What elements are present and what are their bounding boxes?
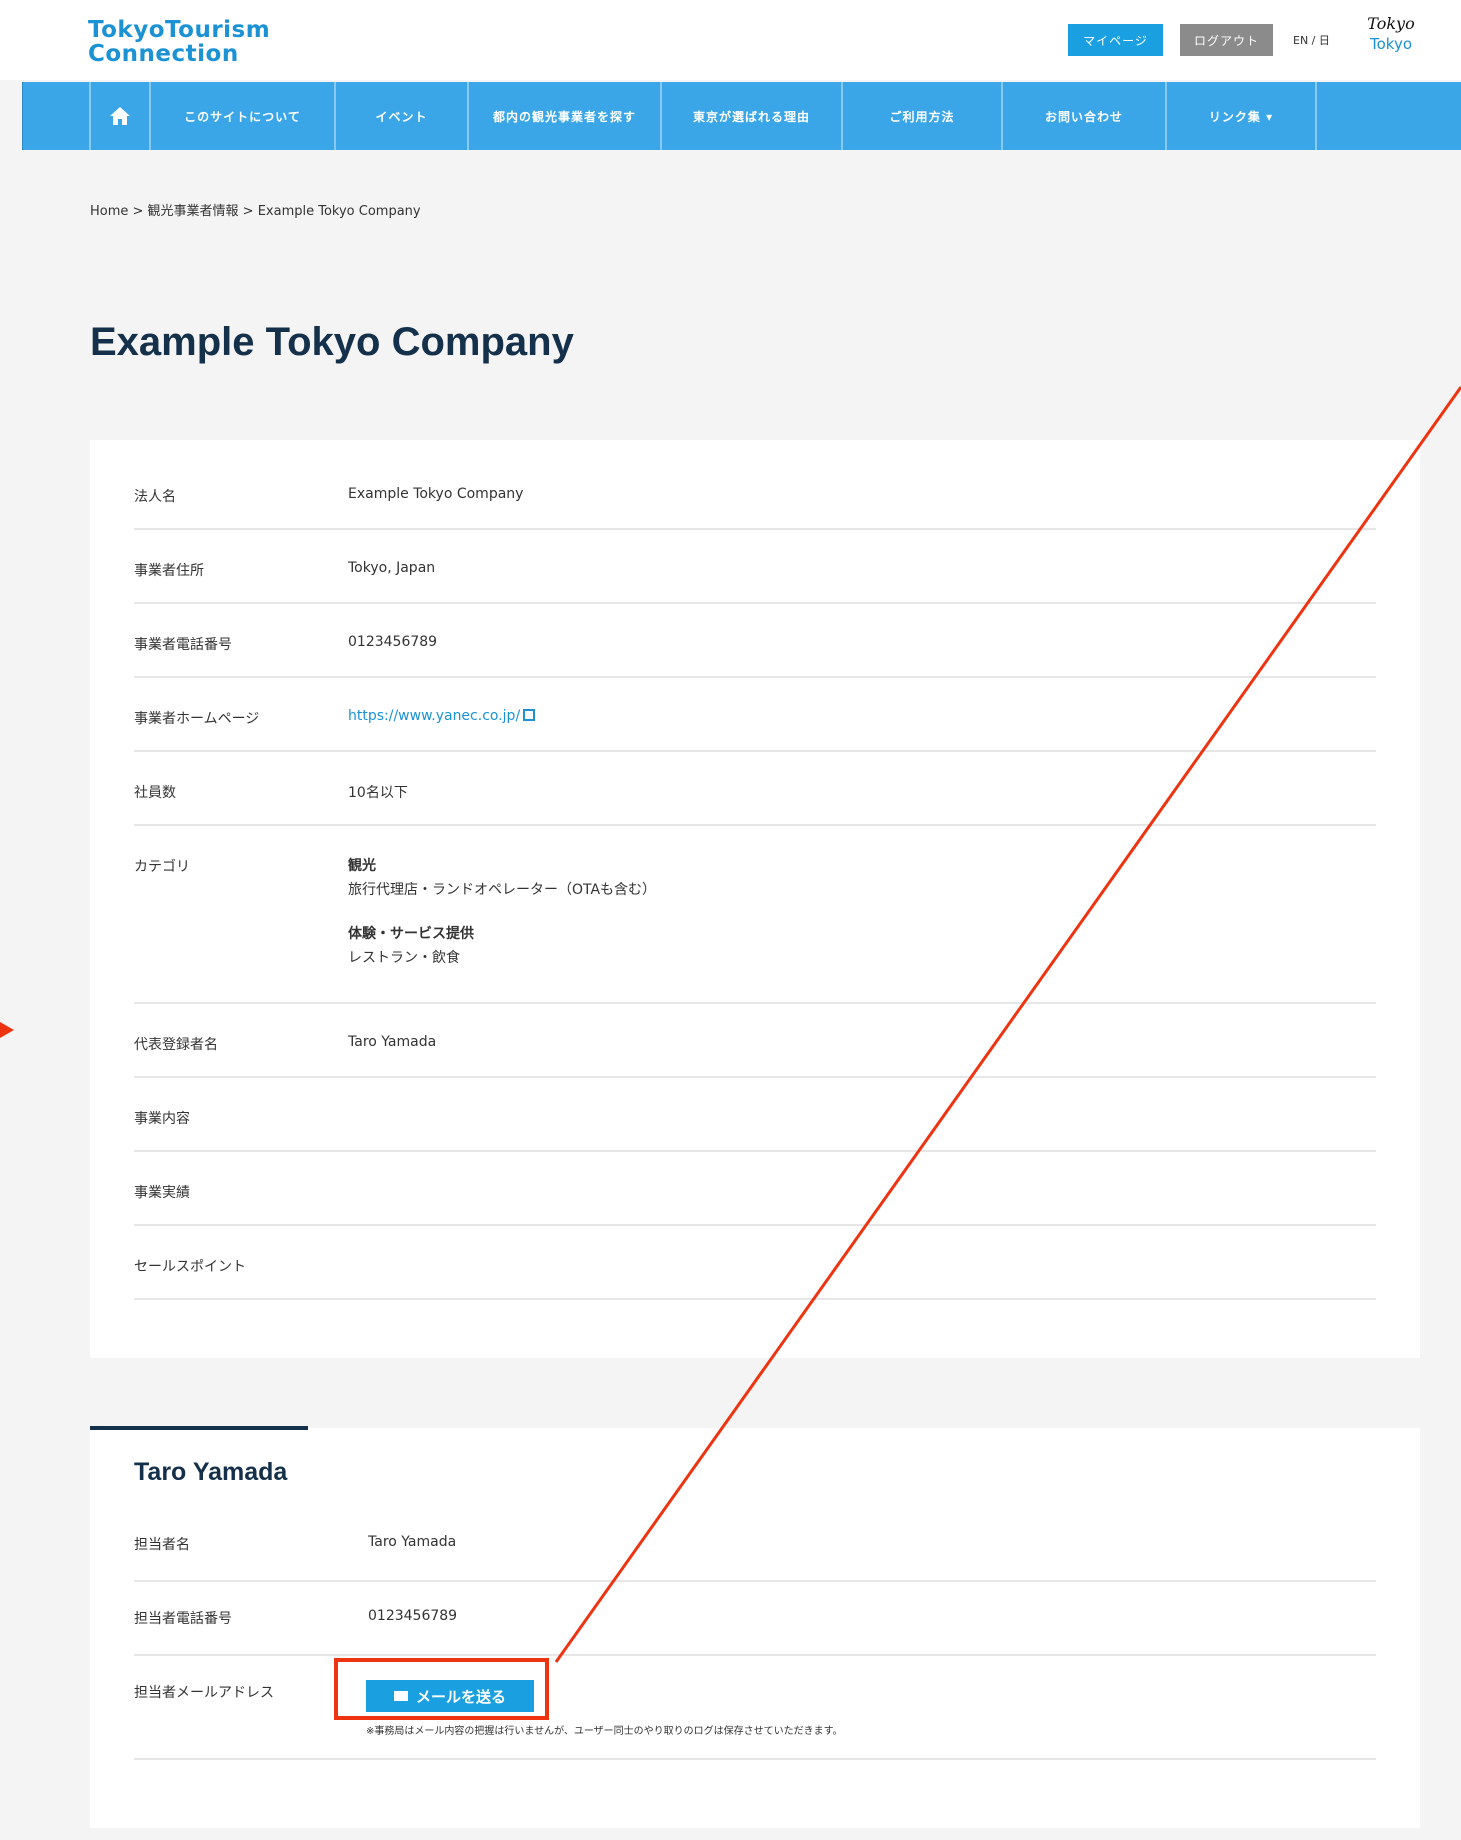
info-row-category: カテゴリ 観光 旅行代理店・ランドオペレーター（OTAも含む） 体験・サービス提… bbox=[134, 826, 1376, 1004]
row-value: 10名以下 bbox=[348, 785, 408, 801]
card-accent-bar bbox=[90, 1426, 308, 1430]
nav-spacer bbox=[23, 82, 91, 150]
category-head: 体験・サービス提供 bbox=[348, 926, 474, 942]
breadcrumb[interactable]: Home > 観光事業者情報 > Example Tokyo Company bbox=[90, 200, 421, 219]
row-label: 法人名 bbox=[134, 489, 176, 505]
contact-name-heading: Taro Yamada bbox=[134, 1458, 288, 1486]
nav-home[interactable] bbox=[91, 82, 151, 150]
category-sub: レストラン・飲食 bbox=[348, 950, 460, 966]
logout-button[interactable]: ログアウト bbox=[1180, 24, 1273, 56]
category-group: 観光 旅行代理店・ランドオペレーター（OTAも含む） bbox=[348, 856, 656, 900]
row-label: 担当者名 bbox=[134, 1537, 190, 1553]
site-logo[interactable]: TokyoTourism Connection bbox=[88, 18, 270, 66]
info-row-selling-point: セールスポイント bbox=[134, 1226, 1376, 1300]
category-group: 体験・サービス提供 レストラン・飲食 bbox=[348, 924, 656, 968]
tt-logo-line1: Tokyo bbox=[1367, 14, 1415, 33]
logo-line1: TokyoTourism bbox=[88, 17, 271, 43]
logo-line2: Connection bbox=[88, 41, 239, 67]
row-label: 事業実績 bbox=[134, 1185, 190, 1201]
category-head: 観光 bbox=[348, 858, 376, 874]
row-label: 事業者住所 bbox=[134, 563, 204, 579]
nav-why-tokyo[interactable]: 東京が選ばれる理由 bbox=[662, 82, 843, 150]
category-sub: 旅行代理店・ランドオペレーター（OTAも含む） bbox=[348, 882, 657, 898]
privacy-note: ※事務局はメール内容の把握は行いませんが、ユーザー同士のやり取りのログは保存させ… bbox=[366, 1726, 843, 1737]
main-nav: このサイトについて イベント 都内の観光事業者を探す 東京が選ばれる理由 ご利用… bbox=[22, 82, 1461, 150]
nav-contact[interactable]: お問い合わせ bbox=[1003, 82, 1167, 150]
page-title: Example Tokyo Company bbox=[90, 320, 574, 364]
info-row-employees: 社員数 10名以下 bbox=[134, 752, 1376, 826]
contact-row-phone: 担当者電話番号 0123456789 bbox=[134, 1582, 1376, 1656]
language-switch[interactable]: EN / 日 bbox=[1293, 32, 1330, 48]
mypage-button[interactable]: マイページ bbox=[1068, 24, 1163, 56]
row-value: https://www.yanec.co.jp/ bbox=[348, 708, 536, 724]
homepage-link[interactable]: https://www.yanec.co.jp/ bbox=[348, 708, 520, 724]
info-row-address: 事業者住所 Tokyo, Japan bbox=[134, 530, 1376, 604]
site-header: TokyoTourism Connection マイページ ログアウト EN /… bbox=[0, 0, 1461, 80]
contact-person-card: Taro Yamada 担当者名 Taro Yamada 担当者電話番号 012… bbox=[90, 1426, 1420, 1828]
row-label: 事業者ホームページ bbox=[134, 711, 260, 727]
info-row-track-record: 事業実績 bbox=[134, 1152, 1376, 1226]
info-row-phone: 事業者電話番号 0123456789 bbox=[134, 604, 1376, 678]
row-label: 代表登録者名 bbox=[134, 1037, 218, 1053]
home-icon bbox=[110, 107, 130, 125]
highlight-box bbox=[334, 1658, 549, 1720]
info-row-homepage: 事業者ホームページ https://www.yanec.co.jp/ bbox=[134, 678, 1376, 752]
contact-row-name: 担当者名 Taro Yamada bbox=[134, 1508, 1376, 1582]
nav-find-operators[interactable]: 都内の観光事業者を探す bbox=[469, 82, 662, 150]
external-link-icon[interactable] bbox=[523, 709, 536, 721]
nav-links[interactable]: リンク集 ▾ bbox=[1167, 82, 1317, 150]
info-row-representative: 代表登録者名 Taro Yamada bbox=[134, 1004, 1376, 1078]
row-label: 社員数 bbox=[134, 785, 176, 801]
row-label: 担当者メールアドレス bbox=[134, 1685, 274, 1701]
row-value: Tokyo, Japan bbox=[348, 560, 436, 576]
row-value: Taro Yamada bbox=[368, 1534, 457, 1550]
nav-how-to-use[interactable]: ご利用方法 bbox=[843, 82, 1003, 150]
nav-events[interactable]: イベント bbox=[336, 82, 469, 150]
company-info-card: 法人名 Example Tokyo Company 事業者住所 Tokyo, J… bbox=[90, 440, 1420, 1358]
row-value: Example Tokyo Company bbox=[348, 486, 524, 502]
tokyo-tokyo-logo[interactable]: Tokyo Tokyo bbox=[1360, 14, 1422, 54]
row-label: 事業者電話番号 bbox=[134, 637, 232, 653]
contact-row-email: 担当者メールアドレス bbox=[134, 1656, 1376, 1760]
category-list: 観光 旅行代理店・ランドオペレーター（OTAも含む） 体験・サービス提供 レスト… bbox=[348, 856, 656, 992]
row-value: Taro Yamada bbox=[348, 1034, 437, 1050]
left-arrow-marker bbox=[0, 1022, 14, 1038]
row-value: 0123456789 bbox=[368, 1608, 458, 1624]
row-label: セールスポイント bbox=[134, 1259, 246, 1275]
row-label: 担当者電話番号 bbox=[134, 1611, 232, 1627]
row-label: 事業内容 bbox=[134, 1111, 190, 1127]
info-row-corporate-name: 法人名 Example Tokyo Company bbox=[134, 466, 1376, 530]
tt-logo-line2: Tokyo bbox=[1370, 35, 1412, 53]
row-value: 0123456789 bbox=[348, 634, 438, 650]
row-label: カテゴリ bbox=[134, 859, 190, 875]
nav-about[interactable]: このサイトについて bbox=[151, 82, 336, 150]
info-row-business: 事業内容 bbox=[134, 1078, 1376, 1152]
